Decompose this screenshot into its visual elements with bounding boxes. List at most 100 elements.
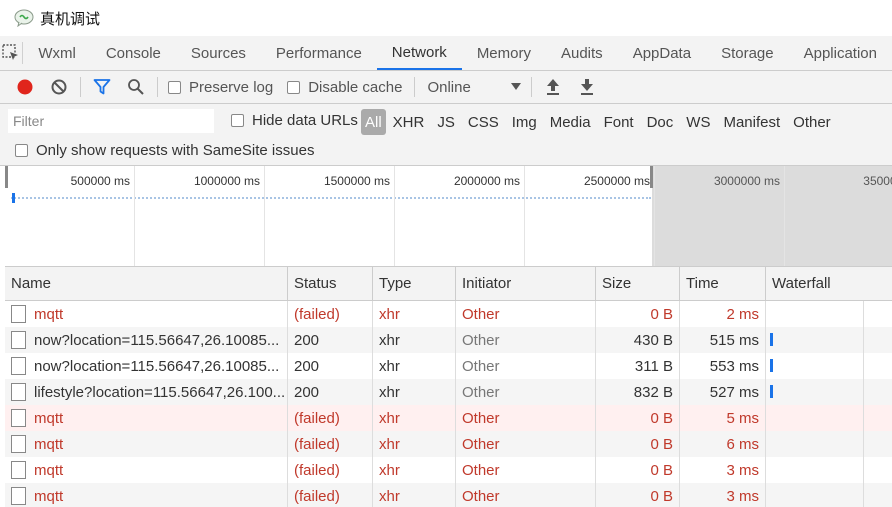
import-har-button[interactable] <box>536 71 570 104</box>
table-row[interactable]: mqtt (failed) xhr Other 0 B2 ms <box>5 301 892 327</box>
checkbox-box[interactable] <box>15 144 28 157</box>
tab-console[interactable]: Console <box>91 36 176 70</box>
filter-toggle-button[interactable] <box>85 71 119 104</box>
filter-type-css[interactable]: CSS <box>461 109 505 135</box>
request-name[interactable]: now?location=115.56647,26.10085... <box>34 332 279 349</box>
filter-type-media[interactable]: Media <box>543 109 597 135</box>
filter-type-xhr[interactable]: XHR <box>386 109 431 135</box>
cell-time: 5 ms <box>680 405 766 431</box>
table-row[interactable]: now?location=115.56647,26.10085... 200 xhr… <box>5 327 892 353</box>
cell-waterfall <box>766 483 892 507</box>
request-name[interactable]: now?location=115.56647,26.10085... <box>34 358 279 375</box>
cell-waterfall <box>766 327 892 353</box>
resource-type-filters: All XHR JS CSS Img Media Font Doc WS Manifest Othe… <box>361 109 837 135</box>
cell-size: 430 B <box>596 327 680 353</box>
cell-size: 0 B <box>596 457 680 483</box>
column-header-type[interactable]: Type <box>373 267 456 300</box>
column-header-time[interactable]: Time <box>680 267 766 300</box>
filter-type-manifest[interactable]: Manifest <box>716 109 786 135</box>
export-har-button[interactable] <box>570 71 604 104</box>
filter-type-img[interactable]: Img <box>505 109 543 135</box>
overview-tick-label: 500000 ms <box>70 174 130 188</box>
tab-sources[interactable]: Sources <box>176 36 261 70</box>
clear-icon <box>51 79 67 95</box>
tab-appdata[interactable]: AppData <box>618 36 706 70</box>
checkbox-box[interactable] <box>287 80 301 94</box>
request-name[interactable]: lifestyle?location=115.56647,26.100... <box>34 384 285 401</box>
network-overview-timeline[interactable]: 500000 ms 1000000 ms 1500000 ms 2000000 ms 2… <box>5 166 892 267</box>
samesite-issues-checkbox[interactable]: Only show requests with SameSite issues <box>15 142 314 159</box>
search-button[interactable] <box>119 71 153 104</box>
inspect-element-button[interactable] <box>0 42 24 64</box>
cell-name: lifestyle?location=115.56647,26.100... <box>5 379 288 405</box>
table-row[interactable]: lifestyle?location=115.56647,26.100... 20… <box>5 379 892 405</box>
table-row[interactable]: now?location=115.56647,26.10085... 200 xhr… <box>5 353 892 379</box>
toolbar-divider <box>157 77 158 97</box>
tab-wxml[interactable]: Wxml <box>23 36 91 70</box>
cell-time: 515 ms <box>680 327 766 353</box>
column-header-status[interactable]: Status <box>288 267 373 300</box>
cell-size: 0 B <box>596 483 680 507</box>
throttling-select[interactable]: Online <box>427 79 527 96</box>
filter-type-font[interactable]: Font <box>597 109 640 135</box>
cell-name: mqtt <box>5 405 288 431</box>
column-header-initiator[interactable]: Initiator <box>456 267 596 300</box>
table-row[interactable]: mqtt (failed) xhr Other 0 B3 ms <box>5 483 892 507</box>
table-row[interactable]: mqtt (failed) xhr Other 0 B5 ms <box>5 405 892 431</box>
column-header-size[interactable]: Size <box>596 267 680 300</box>
cell-status: (failed) <box>288 405 373 431</box>
preserve-log-checkbox[interactable]: Preserve log <box>168 79 273 96</box>
wechat-devtools-logo-icon <box>14 9 34 27</box>
search-icon <box>128 79 144 95</box>
tab-memory[interactable]: Memory <box>462 36 546 70</box>
request-name[interactable]: mqtt <box>34 306 63 323</box>
request-name[interactable]: mqtt <box>34 488 63 505</box>
filter-bar: Hide data URLs AllXHRJSCSSImgMediaFontDo… <box>0 104 892 166</box>
record-button[interactable] <box>8 71 42 104</box>
column-header-waterfall[interactable]: Waterfall <box>766 267 892 300</box>
filter-type-other[interactable]: Other <box>786 109 837 135</box>
cell-waterfall <box>766 405 892 431</box>
filter-type-ws[interactable]: WS <box>679 109 716 135</box>
checkbox-box[interactable] <box>231 114 244 127</box>
filter-type-all[interactable]: All <box>361 109 386 135</box>
table-row[interactable]: mqtt (failed) xhr Other 0 B3 ms <box>5 457 892 483</box>
cell-waterfall <box>766 431 892 457</box>
cell-name: mqtt <box>5 483 288 507</box>
cell-status: (failed) <box>288 431 373 457</box>
overview-request-marker <box>12 193 15 203</box>
overview-tick-label: 1500000 ms <box>323 174 390 188</box>
filter-type-doc[interactable]: Doc <box>640 109 680 135</box>
disable-cache-checkbox[interactable]: Disable cache <box>287 79 402 96</box>
request-name[interactable]: mqtt <box>34 436 63 453</box>
cell-status: 200 <box>288 327 373 353</box>
cell-name: mqtt <box>5 431 288 457</box>
tab-application[interactable]: Application <box>789 36 892 70</box>
waterfall-bar <box>770 385 773 398</box>
file-icon <box>11 357 26 375</box>
request-name[interactable]: mqtt <box>34 410 63 427</box>
filter-input[interactable] <box>8 109 214 133</box>
waterfall-gridline <box>863 431 864 457</box>
overview-left-handle[interactable] <box>5 166 8 188</box>
throttling-value: Online <box>427 78 471 96</box>
column-header-name[interactable]: Name <box>5 267 288 300</box>
tab-storage[interactable]: Storage <box>706 36 789 70</box>
tab-performance[interactable]: Performance <box>261 36 377 70</box>
tab-network[interactable]: Network <box>376 36 462 70</box>
overview-right-handle[interactable] <box>650 166 653 188</box>
request-name[interactable]: mqtt <box>34 462 63 479</box>
overview-tick-label: 3500000 <box>863 174 892 188</box>
file-icon <box>11 409 26 427</box>
clear-button[interactable] <box>42 71 76 104</box>
samesite-issues-label: Only show requests with SameSite issues <box>36 142 315 159</box>
tab-audits[interactable]: Audits <box>546 36 618 70</box>
overview-tick-label: 2000000 ms <box>453 174 520 188</box>
checkbox-box[interactable] <box>168 80 181 94</box>
hide-data-urls-checkbox[interactable]: Hide data URLs <box>231 112 358 129</box>
title-bar: 真机调试 <box>0 0 892 36</box>
table-row[interactable]: mqtt (failed) xhr Other 0 B6 ms <box>5 431 892 457</box>
filter-type-js[interactable]: JS <box>430 109 461 135</box>
cell-time: 2 ms <box>680 301 766 327</box>
table-header-row: Name Status Type Initiator Size Time Wat… <box>5 267 892 301</box>
